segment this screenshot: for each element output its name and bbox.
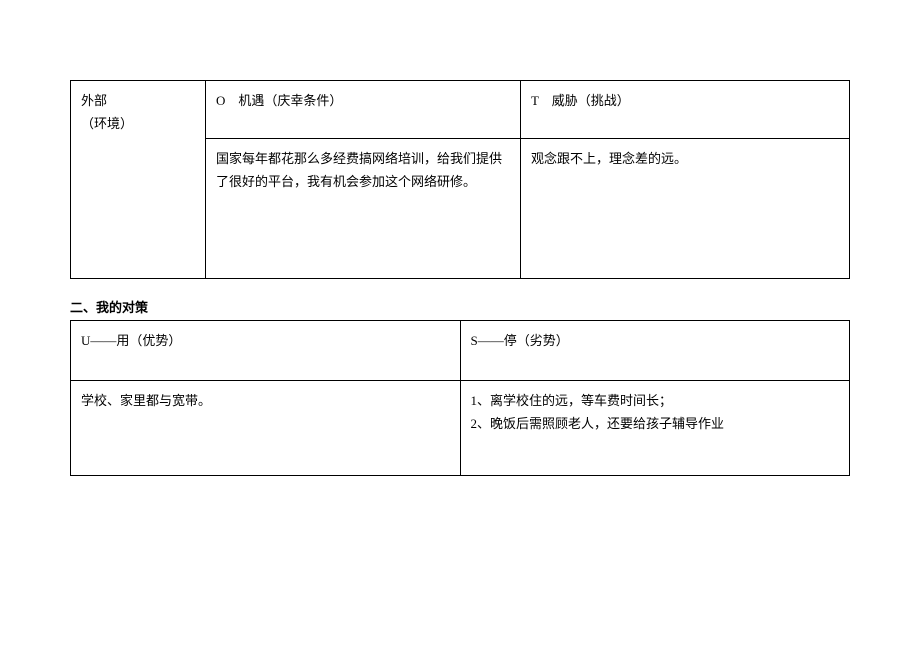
swot-external-table: 外部 （环境） O 机遇（庆幸条件） T 威胁（挑战） 国家每年都花那么多经费搞…: [70, 80, 850, 279]
opportunity-content: 国家每年都花那么多经费搞网络培训，给我们提供了很好的平台，我有机会参加这个网络研…: [206, 139, 521, 279]
external-label-line1: 外部: [81, 93, 107, 108]
opportunity-header: O 机遇（庆幸条件）: [206, 81, 521, 139]
stop-weakness-line2: 2、晚饭后需照顾老人，还要给孩子辅导作业: [471, 416, 725, 431]
use-strength-header: U——用（优势）: [71, 321, 461, 381]
threat-header: T 威胁（挑战）: [521, 81, 850, 139]
stop-weakness-header: S——停（劣势）: [460, 321, 850, 381]
strategy-table: U——用（优势） S——停（劣势） 学校、家里都与宽带。 1、离学校住的远，等车…: [70, 320, 850, 476]
threat-content: 观念跟不上，理念差的远。: [521, 139, 850, 279]
external-row-header: 外部 （环境）: [71, 81, 206, 279]
stop-weakness-line1: 1、离学校住的远，等车费时间长；: [471, 393, 673, 408]
section-2-title: 二、我的对策: [70, 297, 850, 316]
use-strength-content: 学校、家里都与宽带。: [71, 381, 461, 476]
external-label-line2: （环境）: [81, 116, 133, 131]
stop-weakness-content: 1、离学校住的远，等车费时间长； 2、晚饭后需照顾老人，还要给孩子辅导作业: [460, 381, 850, 476]
